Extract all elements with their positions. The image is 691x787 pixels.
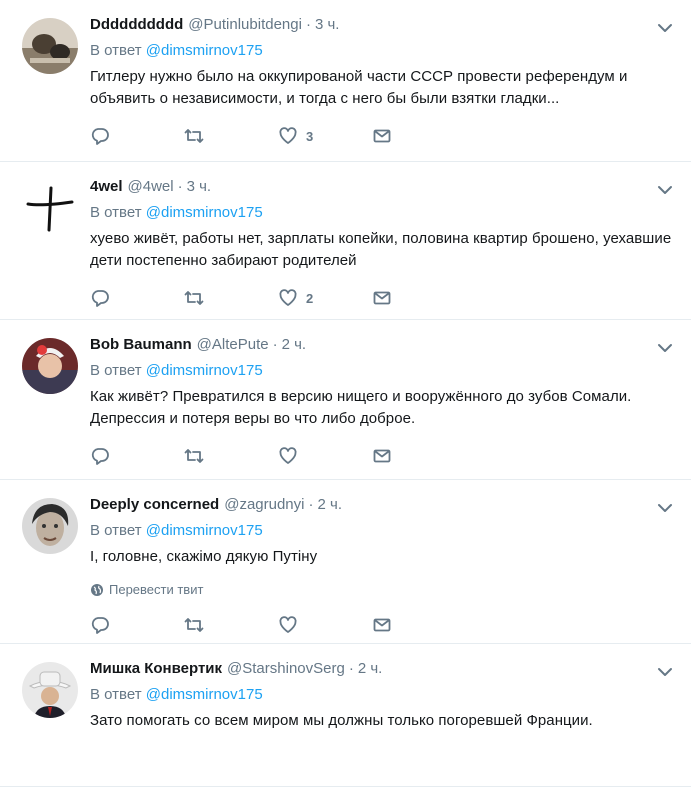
translate-tweet-link[interactable]: Перевести твит [90, 582, 675, 597]
reply-prefix: В ответ [90, 204, 142, 221]
direct-message-button[interactable] [372, 288, 466, 308]
reply-to-link[interactable]: @dimsmirnov175 [146, 686, 263, 703]
envelope-icon [373, 291, 391, 305]
user-name[interactable]: Deeply concerned [90, 494, 219, 516]
tweet-text: Как живёт? Превратился в версию нищего и… [90, 388, 632, 427]
separator: · [177, 178, 183, 195]
user-name[interactable]: Bob Baumann [90, 334, 192, 356]
reply-icon [91, 290, 109, 307]
retweet-button[interactable] [184, 126, 278, 146]
tweet-text: хуево живёт, работы нет, зарплаты копейк… [90, 230, 672, 269]
direct-message-button[interactable] [372, 615, 466, 635]
chevron-down-icon[interactable] [655, 18, 675, 38]
avatar[interactable] [22, 498, 78, 554]
reply-button[interactable] [90, 615, 184, 635]
tweet[interactable]: Deeply concerned @zagrudnyi · 2 ч. В отв… [0, 480, 691, 644]
reply-to-link[interactable]: @dimsmirnov175 [146, 522, 263, 539]
tweet-timestamp[interactable]: 2 ч. [318, 494, 343, 516]
separator: · [308, 496, 314, 513]
avatar[interactable] [22, 18, 78, 74]
reply-prefix: В ответ [90, 42, 142, 59]
like-button[interactable] [278, 446, 372, 466]
retweet-button[interactable] [184, 446, 278, 466]
tweet-timestamp[interactable]: 3 ч. [187, 176, 212, 198]
reply-context: В ответ @dimsmirnov175 [90, 360, 675, 382]
avatar[interactable] [22, 180, 78, 236]
reply-context: В ответ @dimsmirnov175 [90, 40, 675, 62]
reply-context: В ответ @dimsmirnov175 [90, 202, 675, 224]
tweet-text: Гитлеру нужно было на оккупированой част… [90, 68, 628, 107]
chevron-down-icon[interactable] [655, 180, 675, 200]
retweet-icon [184, 129, 204, 143]
tweet-timestamp[interactable]: 2 ч. [358, 658, 383, 680]
chevron-down-icon[interactable] [655, 338, 675, 358]
separator: · [348, 660, 354, 677]
retweet-icon [184, 618, 204, 632]
reply-to-link[interactable]: @dimsmirnov175 [146, 204, 263, 221]
retweet-button[interactable] [184, 288, 278, 308]
avatar[interactable] [22, 338, 78, 394]
tweet-actions [90, 436, 675, 476]
tweet[interactable]: Bob Baumann @AltePute · 2 ч. В ответ @di… [0, 320, 691, 480]
user-handle[interactable]: @StarshinovSerg [227, 658, 345, 680]
tweet[interactable]: 4wel @4wel · 3 ч. В ответ @dimsmirnov175… [0, 162, 691, 320]
reply-prefix: В ответ [90, 686, 142, 703]
like-button[interactable]: 2 [278, 288, 372, 308]
heart-icon [279, 447, 297, 464]
like-button[interactable] [278, 615, 372, 635]
reply-prefix: В ответ [90, 522, 142, 539]
reply-context: В ответ @dimsmirnov175 [90, 684, 675, 706]
reply-to-link[interactable]: @dimsmirnov175 [146, 42, 263, 59]
envelope-icon [373, 618, 391, 632]
reply-button[interactable] [90, 126, 184, 146]
chevron-down-icon[interactable] [655, 662, 675, 682]
envelope-icon [373, 449, 391, 463]
retweet-icon [184, 449, 204, 463]
direct-message-button[interactable] [372, 126, 466, 146]
separator: · [305, 16, 311, 33]
separator: · [272, 336, 278, 353]
direct-message-button[interactable] [372, 446, 466, 466]
like-count: 3 [306, 128, 314, 144]
tweet-actions: 2 [90, 278, 675, 318]
like-button[interactable]: 3 [278, 126, 372, 146]
avatar[interactable] [22, 662, 78, 718]
tweet[interactable]: Мишка Конвертик @StarshinovSerg · 2 ч. В… [0, 644, 691, 787]
retweet-icon [184, 291, 204, 305]
user-handle[interactable]: @zagrudnyi [224, 494, 304, 516]
reply-icon [91, 617, 109, 634]
reply-icon [91, 128, 109, 145]
tweet-timestamp[interactable]: 2 ч. [282, 334, 307, 356]
reply-context: В ответ @dimsmirnov175 [90, 520, 675, 542]
reply-button[interactable] [90, 446, 184, 466]
heart-icon [279, 616, 297, 633]
user-handle[interactable]: @4wel [128, 176, 174, 198]
reply-to-link[interactable]: @dimsmirnov175 [146, 362, 263, 379]
tweet-text: І, головне, скажімо дякую Путіну [90, 548, 318, 565]
retweet-button[interactable] [184, 615, 278, 635]
like-count: 2 [306, 290, 314, 306]
reply-button[interactable] [90, 288, 184, 308]
user-name[interactable]: Dddddddddd [90, 14, 183, 36]
tweet-actions: 3 [90, 116, 675, 156]
reply-icon [91, 448, 109, 465]
reply-prefix: В ответ [90, 362, 142, 379]
tweet[interactable]: Dddddddddd @Putinlubitdengi · 3 ч. В отв… [0, 0, 691, 162]
heart-icon [279, 289, 297, 306]
user-handle[interactable]: @Putinlubitdengi [188, 14, 302, 36]
envelope-icon [373, 129, 391, 143]
replies-timeline: Dddddddddd @Putinlubitdengi · 3 ч. В отв… [0, 0, 691, 787]
chevron-down-icon[interactable] [655, 498, 675, 518]
tweet-timestamp[interactable]: 3 ч. [315, 14, 340, 36]
tweet-actions [90, 605, 675, 645]
user-name[interactable]: 4wel [90, 176, 123, 198]
heart-icon [279, 127, 297, 144]
globe-icon [91, 583, 103, 596]
user-handle[interactable]: @AltePute [197, 334, 269, 356]
tweet-text: Зато помогать со всем миром мы должны то… [90, 712, 593, 729]
user-name[interactable]: Мишка Конвертик [90, 658, 222, 680]
translate-label: Перевести твит [109, 582, 204, 597]
